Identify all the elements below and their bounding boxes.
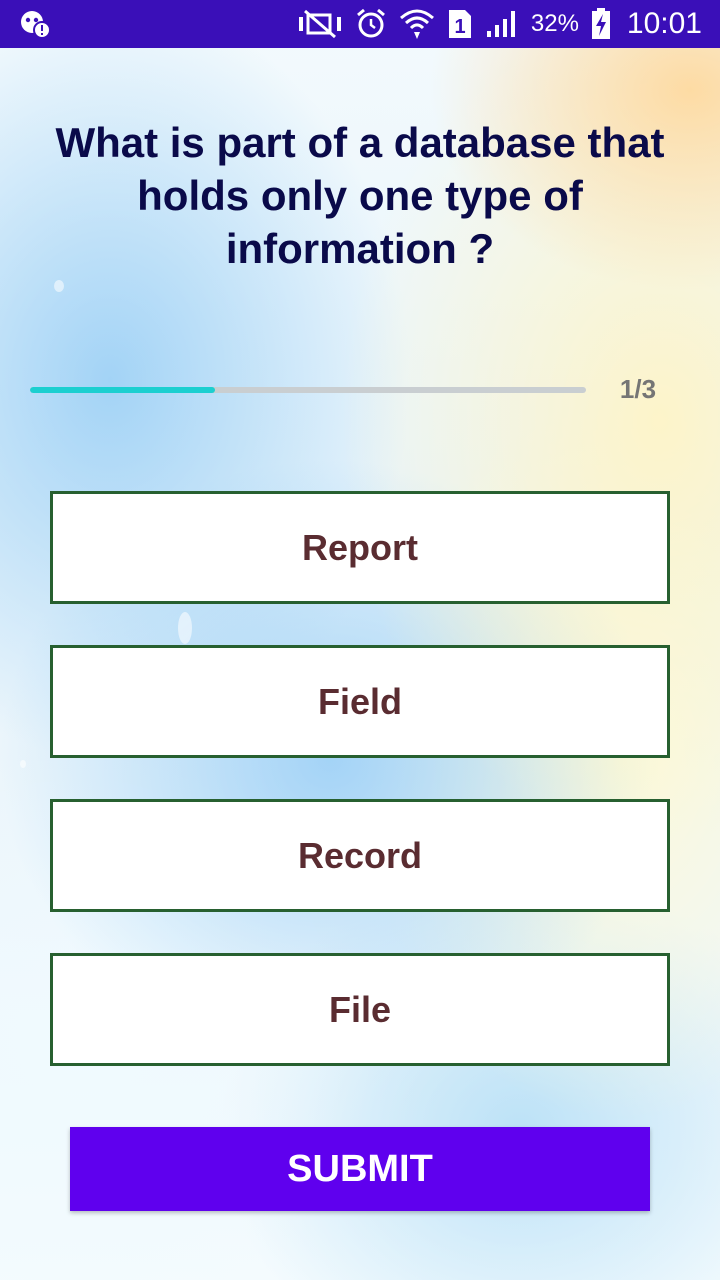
battery-charging-icon: [591, 8, 611, 40]
submit-button[interactable]: SUBMIT: [70, 1127, 650, 1211]
answer-option-file[interactable]: File: [50, 953, 670, 1066]
notification-icon: [20, 10, 52, 39]
signal-icon: [485, 9, 519, 39]
answer-option-record[interactable]: Record: [50, 799, 670, 912]
progress-bar: [30, 387, 586, 393]
sim-icon: 1: [447, 8, 473, 40]
progress-label: 1/3: [619, 374, 657, 404]
svg-text:1: 1: [454, 16, 465, 38]
wifi-icon: [399, 8, 435, 40]
answer-option-field[interactable]: Field: [50, 645, 670, 758]
progress-bar-fill: [30, 387, 216, 393]
answer-option-report[interactable]: Report: [50, 491, 670, 604]
clock-time: 10:01: [626, 7, 702, 40]
mute-icon: [297, 9, 343, 39]
status-bar: 1 32% 10:01: [0, 0, 720, 48]
alarm-icon: [355, 8, 387, 40]
question-text: What is part of a database that holds on…: [55, 119, 665, 272]
battery-percent: 32%: [530, 10, 579, 37]
